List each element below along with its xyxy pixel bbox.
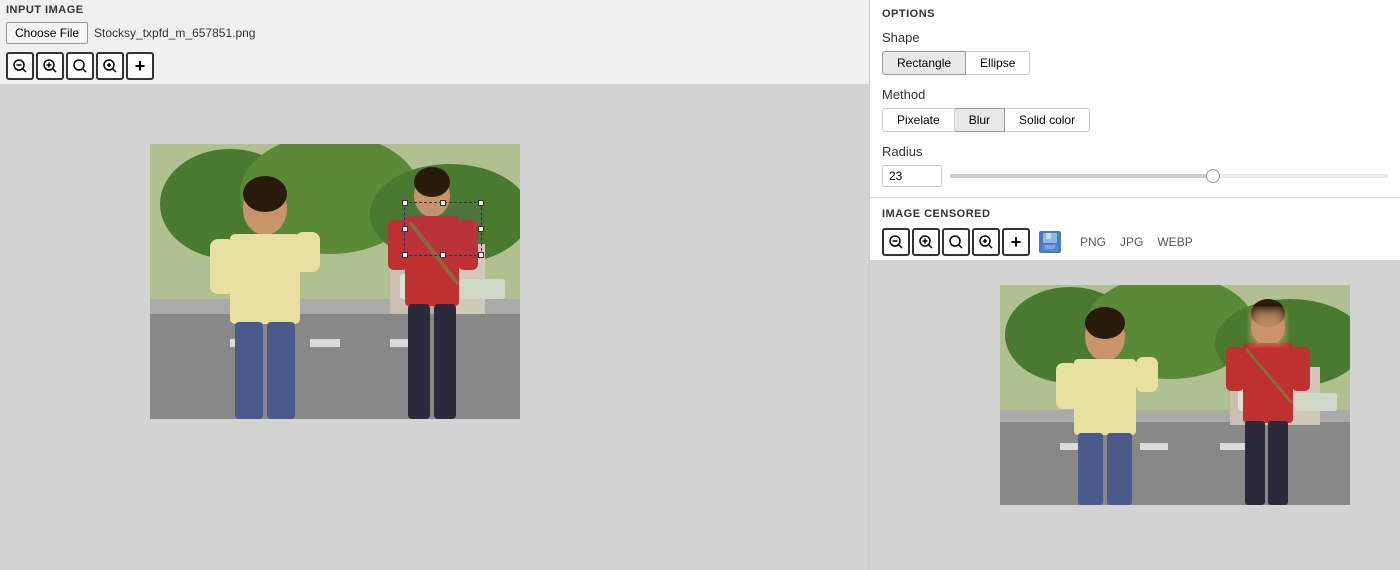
zoom-in-button[interactable]	[36, 52, 64, 80]
method-solidcolor-button[interactable]: Solid color	[1005, 108, 1090, 132]
zoom-toolbar: +	[0, 48, 869, 84]
shape-label: Shape	[882, 30, 1388, 45]
input-photo	[150, 144, 520, 419]
radius-slider[interactable]	[950, 174, 1388, 178]
method-blur-button[interactable]: Blur	[955, 108, 1005, 132]
slider-thumb[interactable]	[1206, 169, 1220, 183]
input-image-label: INPUT IMAGE	[0, 0, 869, 18]
censored-zoom-fit-button[interactable]	[942, 228, 970, 256]
save-button[interactable]	[1036, 228, 1064, 256]
zoom-100-button[interactable]	[96, 52, 124, 80]
method-pixelate-button[interactable]: Pixelate	[882, 108, 955, 132]
file-name-display: Stocksy_txpfd_m_657851.png	[94, 26, 255, 40]
input-image-canvas[interactable]	[0, 84, 869, 570]
options-header: OPTIONS	[870, 0, 1400, 24]
radius-input[interactable]	[882, 165, 942, 187]
censored-zoom-out-button[interactable]	[882, 228, 910, 256]
method-button-group: Pixelate Blur Solid color	[882, 108, 1388, 132]
zoom-out-button[interactable]	[6, 52, 34, 80]
censored-image-preview	[870, 260, 1400, 570]
format-png-button[interactable]: PNG	[1074, 232, 1112, 252]
image-censored-header: IMAGE CENSORED	[870, 202, 1400, 224]
choose-file-button[interactable]: Choose File	[6, 22, 88, 44]
method-label: Method	[882, 87, 1388, 102]
censored-add-button[interactable]: +	[1002, 228, 1030, 256]
format-webp-button[interactable]: WEBP	[1151, 232, 1198, 252]
format-jpg-button[interactable]: JPG	[1114, 232, 1149, 252]
censored-toolbar: + PNG JPG WEBP	[870, 224, 1400, 260]
shape-rectangle-button[interactable]: Rectangle	[882, 51, 966, 75]
add-region-button[interactable]: +	[126, 52, 154, 80]
radius-label: Radius	[882, 144, 1388, 159]
radius-section: Radius	[870, 138, 1400, 193]
right-panel: OPTIONS Shape Rectangle Ellipse Method P…	[870, 0, 1400, 570]
zoom-fit-button[interactable]	[66, 52, 94, 80]
shape-button-group: Rectangle Ellipse	[882, 51, 1388, 75]
censored-zoom-100-button[interactable]	[972, 228, 1000, 256]
censored-zoom-in-button[interactable]	[912, 228, 940, 256]
shape-section: Shape Rectangle Ellipse	[870, 24, 1400, 81]
shape-ellipse-button[interactable]: Ellipse	[966, 51, 1030, 75]
method-section: Method Pixelate Blur Solid color	[870, 81, 1400, 138]
censored-photo-container	[1000, 285, 1350, 505]
